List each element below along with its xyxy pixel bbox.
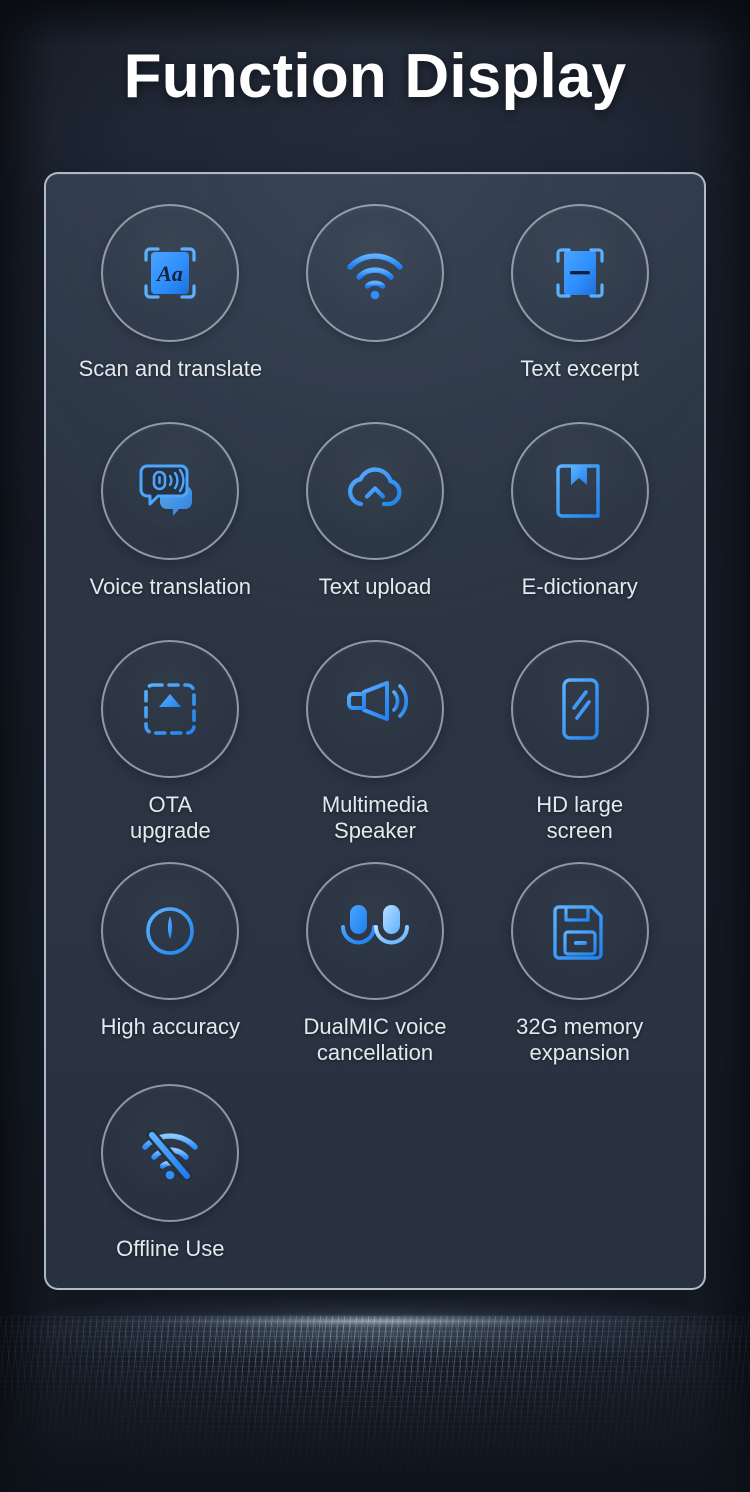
icon-ring bbox=[510, 640, 649, 778]
feature-label: Offline Use bbox=[116, 1236, 225, 1261]
feature-row: OTA upgrade Multimedia Speaker HD large … bbox=[68, 640, 682, 862]
icon-ring bbox=[101, 862, 240, 1000]
feature-item-e-dictionary[interactable]: E-dictionary bbox=[477, 422, 682, 640]
cloud-upload-icon bbox=[348, 467, 402, 516]
feature-item-hd-large-screen[interactable]: HD large screen bbox=[477, 640, 682, 862]
svg-text:Aa: Aa bbox=[155, 261, 183, 286]
feature-item-empty bbox=[273, 1084, 478, 1288]
target-crosshair-icon bbox=[141, 902, 200, 960]
feature-item-empty bbox=[477, 1084, 682, 1288]
icon-ring bbox=[306, 204, 444, 342]
feature-grid: Aa Scan and translate Text excerpt Voice… bbox=[46, 174, 704, 1288]
feature-item-offline-use[interactable]: Offline Use bbox=[68, 1084, 273, 1288]
feature-item-voice-translation[interactable]: Voice translation bbox=[68, 422, 273, 640]
feature-item-multimedia-speaker[interactable]: Multimedia Speaker bbox=[273, 640, 478, 862]
icon-ring bbox=[306, 422, 444, 560]
feature-label: E-dictionary bbox=[521, 574, 638, 599]
page-title: Function Display bbox=[123, 42, 627, 111]
ota-upload-icon bbox=[144, 683, 197, 735]
wifi-icon bbox=[347, 253, 403, 300]
phone-screen-icon bbox=[561, 678, 599, 740]
icon-ring bbox=[101, 1084, 240, 1222]
feature-label: Text excerpt bbox=[520, 356, 639, 381]
icon-ring bbox=[510, 422, 649, 560]
feature-label: DualMIC voice cancellation bbox=[303, 1014, 447, 1065]
dual-microphone-icon bbox=[341, 905, 409, 956]
memory-card-icon bbox=[552, 905, 603, 960]
feature-item-32g-memory-expansion[interactable]: 32G memory expansion bbox=[477, 862, 682, 1084]
feature-label: Scan and translate bbox=[78, 356, 263, 381]
icon-ring bbox=[306, 640, 444, 778]
feature-label: 32G memory expansion bbox=[516, 1014, 644, 1065]
megaphone-icon bbox=[347, 681, 409, 734]
icon-ring bbox=[101, 422, 240, 560]
scan-text-icon: Aa bbox=[144, 247, 196, 299]
book-bookmark-icon bbox=[555, 464, 600, 518]
feature-row: Offline Use bbox=[68, 1084, 682, 1288]
page-background: Function Display Aa Scan and translate T… bbox=[0, 0, 750, 1492]
icon-ring bbox=[510, 204, 649, 342]
feature-label: OTA upgrade bbox=[129, 792, 211, 843]
feature-label: HD large screen bbox=[536, 792, 624, 843]
feature-label: Voice translation bbox=[89, 574, 252, 599]
icon-ring bbox=[306, 862, 444, 1000]
feature-item-text-excerpt[interactable]: Text excerpt bbox=[477, 204, 682, 422]
feature-item-scan-and-translate[interactable]: Aa Scan and translate bbox=[68, 204, 273, 422]
feature-label: Text upload bbox=[318, 574, 432, 599]
feature-item-ota-upgrade[interactable]: OTA upgrade bbox=[68, 640, 273, 862]
icon-ring bbox=[101, 640, 240, 778]
feature-label: High accuracy bbox=[100, 1014, 241, 1039]
feature-item-dualmic-voice-cancellation[interactable]: DualMIC voice cancellation bbox=[273, 862, 478, 1084]
feature-row: Aa Scan and translate Text excerpt bbox=[68, 204, 682, 422]
feature-label: Multimedia Speaker bbox=[321, 792, 429, 843]
scan-excerpt-icon bbox=[556, 248, 604, 298]
feature-card: Aa Scan and translate Text excerpt Voice… bbox=[44, 172, 706, 1290]
icon-ring bbox=[510, 862, 649, 1000]
wifi-off-icon bbox=[142, 1129, 199, 1182]
feature-row: Voice translation Text upload E-dictiona… bbox=[68, 422, 682, 640]
feature-item-wifi[interactable] bbox=[273, 204, 478, 422]
feature-row: High accuracy DualMIC voice cancellation… bbox=[68, 862, 682, 1084]
feature-item-high-accuracy[interactable]: High accuracy bbox=[68, 862, 273, 1084]
speech-bubbles-icon bbox=[139, 464, 193, 516]
icon-ring: Aa bbox=[101, 204, 240, 342]
feature-item-text-upload[interactable]: Text upload bbox=[273, 422, 478, 640]
